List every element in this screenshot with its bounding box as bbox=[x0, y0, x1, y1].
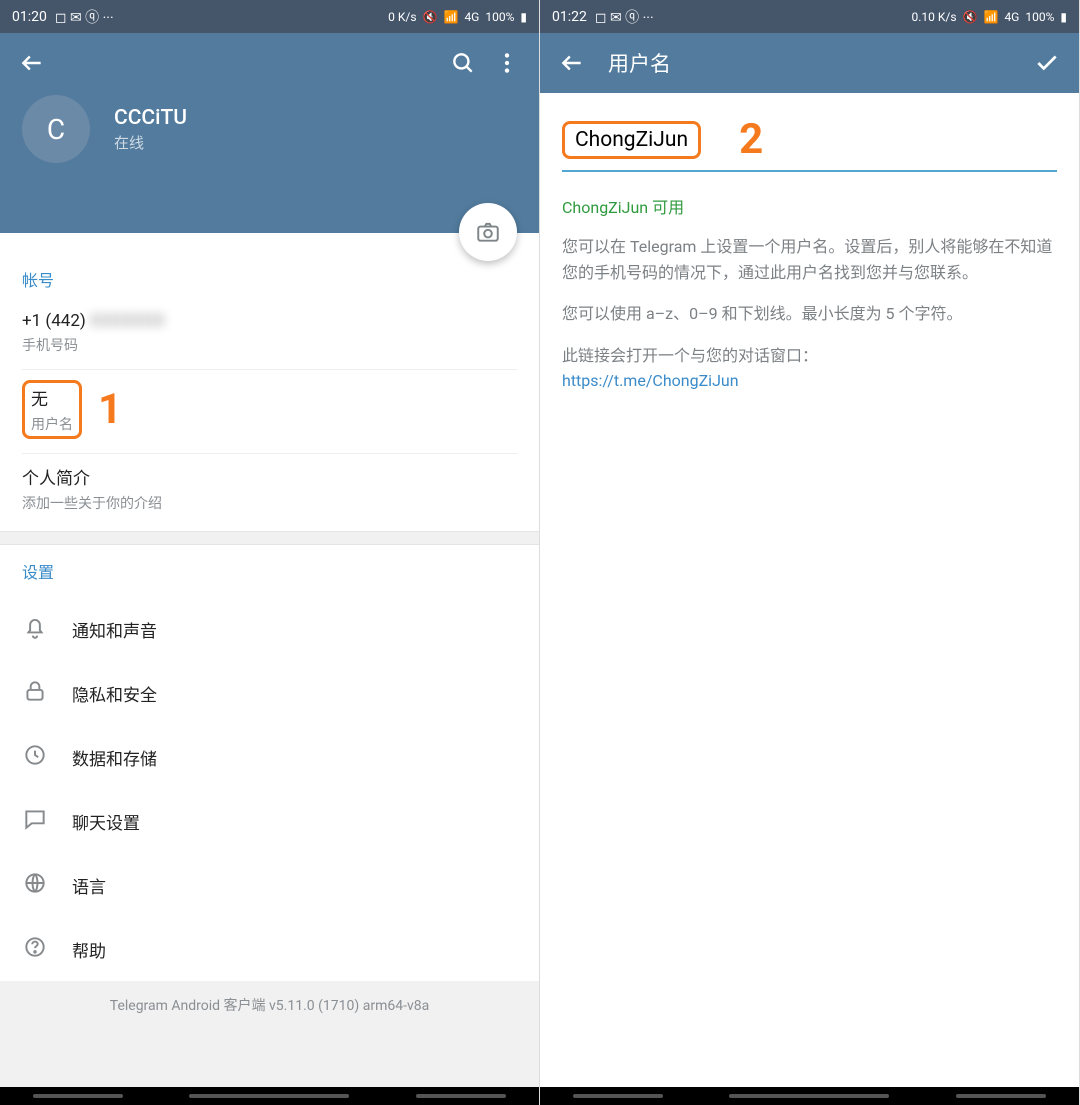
battery-text: 100% bbox=[1025, 10, 1054, 24]
settings-help[interactable]: 帮助 bbox=[0, 917, 539, 981]
phone-row[interactable]: +1 (442) XXXXXXX 手机号码 bbox=[22, 301, 517, 370]
profile-name: CCCiTU bbox=[114, 106, 187, 130]
right-phone: 01:22 ◻ ✉ ⓠ ··· 0.10 K/s 🔇 📶 4G 100% ▮ 用… bbox=[540, 0, 1080, 1105]
globe-icon bbox=[22, 870, 72, 900]
net-speed: 0.10 K/s bbox=[911, 10, 956, 24]
settings-chat[interactable]: 聊天设置 bbox=[0, 789, 539, 853]
status-icons: ◻ ✉ ⓠ ··· bbox=[595, 7, 654, 27]
profile-status: 在线 bbox=[114, 132, 187, 153]
mute-icon: 🔇 bbox=[963, 10, 978, 24]
back-button[interactable] bbox=[10, 41, 54, 85]
lock-icon bbox=[22, 678, 72, 708]
wifi-icon: 📶 bbox=[443, 10, 458, 24]
settings-notifications[interactable]: 通知和声音 bbox=[0, 597, 539, 661]
net-speed: 0 K/s bbox=[388, 10, 416, 24]
signal-icon: 4G bbox=[464, 10, 479, 24]
battery-icon: ▮ bbox=[520, 10, 527, 24]
settings-section-title: 设置 bbox=[22, 559, 517, 583]
mute-icon: 🔇 bbox=[423, 10, 438, 24]
more-icon[interactable] bbox=[485, 41, 529, 85]
wifi-icon: 📶 bbox=[983, 10, 998, 24]
help-icon bbox=[22, 934, 72, 964]
chat-icon bbox=[22, 806, 72, 836]
signal-icon: 4G bbox=[1004, 10, 1019, 24]
annotation-number-2: 2 bbox=[739, 115, 763, 164]
input-underline bbox=[562, 170, 1057, 172]
bell-icon bbox=[22, 614, 72, 644]
page-title: 用户名 bbox=[608, 48, 671, 78]
settings-language[interactable]: 语言 bbox=[0, 853, 539, 917]
username-row[interactable]: 无 用户名 1 bbox=[22, 370, 517, 454]
section-divider bbox=[0, 531, 539, 545]
description-3: 此链接会打开一个与您的对话窗口： bbox=[562, 346, 818, 365]
version-footer: Telegram Android 客户端 v5.11.0 (1710) arm6… bbox=[0, 981, 539, 1029]
back-button[interactable] bbox=[550, 41, 594, 85]
description-2: 您可以使用 a–z、0–9 和下划线。最小长度为 5 个字符。 bbox=[562, 301, 1057, 327]
account-section-title: 帐号 bbox=[22, 267, 517, 291]
avatar[interactable]: C bbox=[22, 95, 90, 163]
annotation-box-1: 无 用户名 bbox=[22, 380, 82, 439]
status-bar: 01:20 ◻ ✉ ⓠ ··· 0 K/s 🔇 📶 4G 100% ▮ bbox=[0, 0, 539, 33]
description-1: 您可以在 Telegram 上设置一个用户名。设置后，别人将能够在不知道您的手机… bbox=[562, 234, 1057, 285]
status-bar: 01:22 ◻ ✉ ⓠ ··· 0.10 K/s 🔇 📶 4G 100% ▮ bbox=[540, 0, 1079, 33]
battery-text: 100% bbox=[485, 10, 514, 24]
settings-data[interactable]: 数据和存储 bbox=[0, 725, 539, 789]
camera-button[interactable] bbox=[459, 203, 517, 261]
availability-text: ChongZiJun 可用 bbox=[562, 194, 1057, 218]
clock-icon bbox=[22, 742, 72, 772]
annotation-number-1: 1 bbox=[98, 385, 122, 434]
search-icon[interactable] bbox=[441, 41, 485, 85]
username-link[interactable]: https://t.me/ChongZiJun bbox=[562, 371, 739, 390]
status-icons: ◻ ✉ ⓠ ··· bbox=[55, 7, 114, 27]
confirm-button[interactable] bbox=[1025, 41, 1069, 85]
nav-bar bbox=[0, 1087, 539, 1105]
nav-bar bbox=[540, 1087, 1079, 1105]
left-phone: 01:20 ◻ ✉ ⓠ ··· 0 K/s 🔇 📶 4G 100% ▮ bbox=[0, 0, 540, 1105]
username-header: 用户名 bbox=[540, 33, 1079, 93]
bio-row[interactable]: 个人简介 添加一些关于你的介绍 bbox=[22, 454, 517, 527]
status-time: 01:20 bbox=[12, 9, 47, 25]
settings-privacy[interactable]: 隐私和安全 bbox=[0, 661, 539, 725]
username-input[interactable]: ChongZiJun bbox=[562, 121, 701, 159]
status-time: 01:22 bbox=[552, 9, 587, 25]
battery-icon: ▮ bbox=[1060, 10, 1067, 24]
profile-header: C CCCiTU 在线 bbox=[0, 33, 539, 233]
